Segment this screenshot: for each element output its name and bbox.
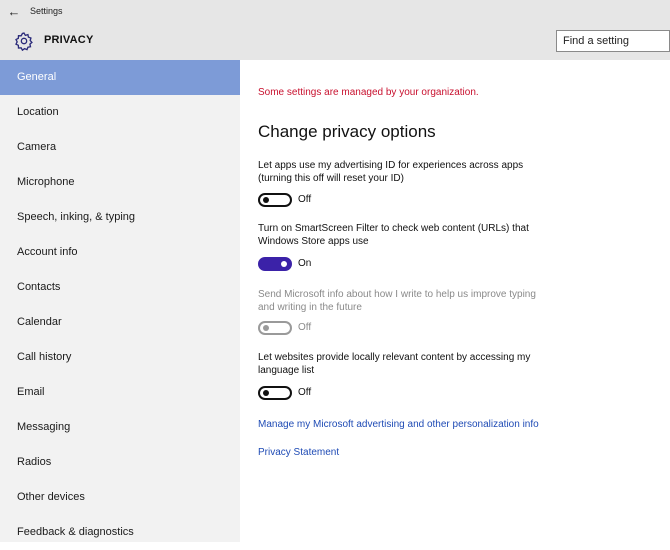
setting-label-smartscreen: Turn on SmartScreen Filter to check web … [258, 222, 588, 248]
main-content: Some settings are managed by your organi… [240, 60, 670, 542]
sidebar-item-camera[interactable]: Camera [0, 130, 240, 165]
sidebar-item-general[interactable]: General [0, 60, 240, 95]
sidebar-item-email[interactable]: Email [0, 375, 240, 410]
toggle-knob [281, 261, 287, 267]
setting-label-line: Windows Store apps use [258, 236, 369, 247]
title-bar: ← Settings [0, 0, 670, 22]
toggle-state-label: Off [298, 322, 312, 333]
advertising-settings-link[interactable]: Manage my Microsoft advertising and othe… [258, 419, 539, 430]
sidebar-item-call-history[interactable]: Call history [0, 340, 240, 375]
sidebar-item-speech[interactable]: Speech, inking, & typing [0, 200, 240, 235]
org-managed-notice: Some settings are managed by your organi… [258, 87, 479, 98]
sidebar: General Location Camera Microphone Speec… [0, 60, 240, 542]
toggle-state-label: On [298, 258, 312, 269]
toggle-knob [263, 390, 269, 396]
back-arrow-icon[interactable]: ← [0, 4, 28, 19]
sidebar-item-radios[interactable]: Radios [0, 445, 240, 480]
sidebar-item-microphone[interactable]: Microphone [0, 165, 240, 200]
setting-label-line: Turn on SmartScreen Filter to check web … [258, 223, 529, 234]
setting-label-line: and writing in the future [258, 302, 362, 313]
setting-label-advertising-id: Let apps use my advertising ID for exper… [258, 159, 588, 185]
setting-label-language-list: Let websites provide locally relevant co… [258, 351, 588, 377]
app-title: Settings [30, 6, 63, 16]
search-input[interactable]: Find a setting [556, 30, 670, 52]
toggle-knob [263, 325, 269, 331]
setting-label-typing-info: Send Microsoft info about how I write to… [258, 288, 588, 314]
typing-info-toggle [258, 321, 292, 335]
toggle-state-label: Off [298, 387, 312, 398]
sidebar-item-contacts[interactable]: Contacts [0, 270, 240, 305]
section-title: Change privacy options [258, 122, 436, 141]
sidebar-item-other-devices[interactable]: Other devices [0, 480, 240, 515]
setting-label-line: (turning this off will reset your ID) [258, 173, 404, 184]
setting-label-line: Send Microsoft info about how I write to… [258, 289, 536, 300]
sidebar-item-feedback[interactable]: Feedback & diagnostics [0, 515, 240, 550]
sidebar-item-calendar[interactable]: Calendar [0, 305, 240, 340]
gear-icon [15, 32, 33, 51]
toggle-state-label: Off [298, 194, 312, 205]
page-header: PRIVACY Find a setting [0, 22, 670, 60]
privacy-statement-link[interactable]: Privacy Statement [258, 447, 339, 458]
setting-label-line: Let apps use my advertising ID for exper… [258, 160, 524, 171]
smartscreen-toggle[interactable] [258, 257, 292, 271]
language-list-toggle[interactable] [258, 386, 292, 400]
toggle-knob [263, 197, 269, 203]
sidebar-item-messaging[interactable]: Messaging [0, 410, 240, 445]
setting-label-line: language list [258, 365, 315, 376]
sidebar-item-location[interactable]: Location [0, 95, 240, 130]
setting-label-line: Let websites provide locally relevant co… [258, 352, 531, 363]
sidebar-item-account-info[interactable]: Account info [0, 235, 240, 270]
page-title: PRIVACY [44, 34, 94, 46]
advertising-id-toggle[interactable] [258, 193, 292, 207]
